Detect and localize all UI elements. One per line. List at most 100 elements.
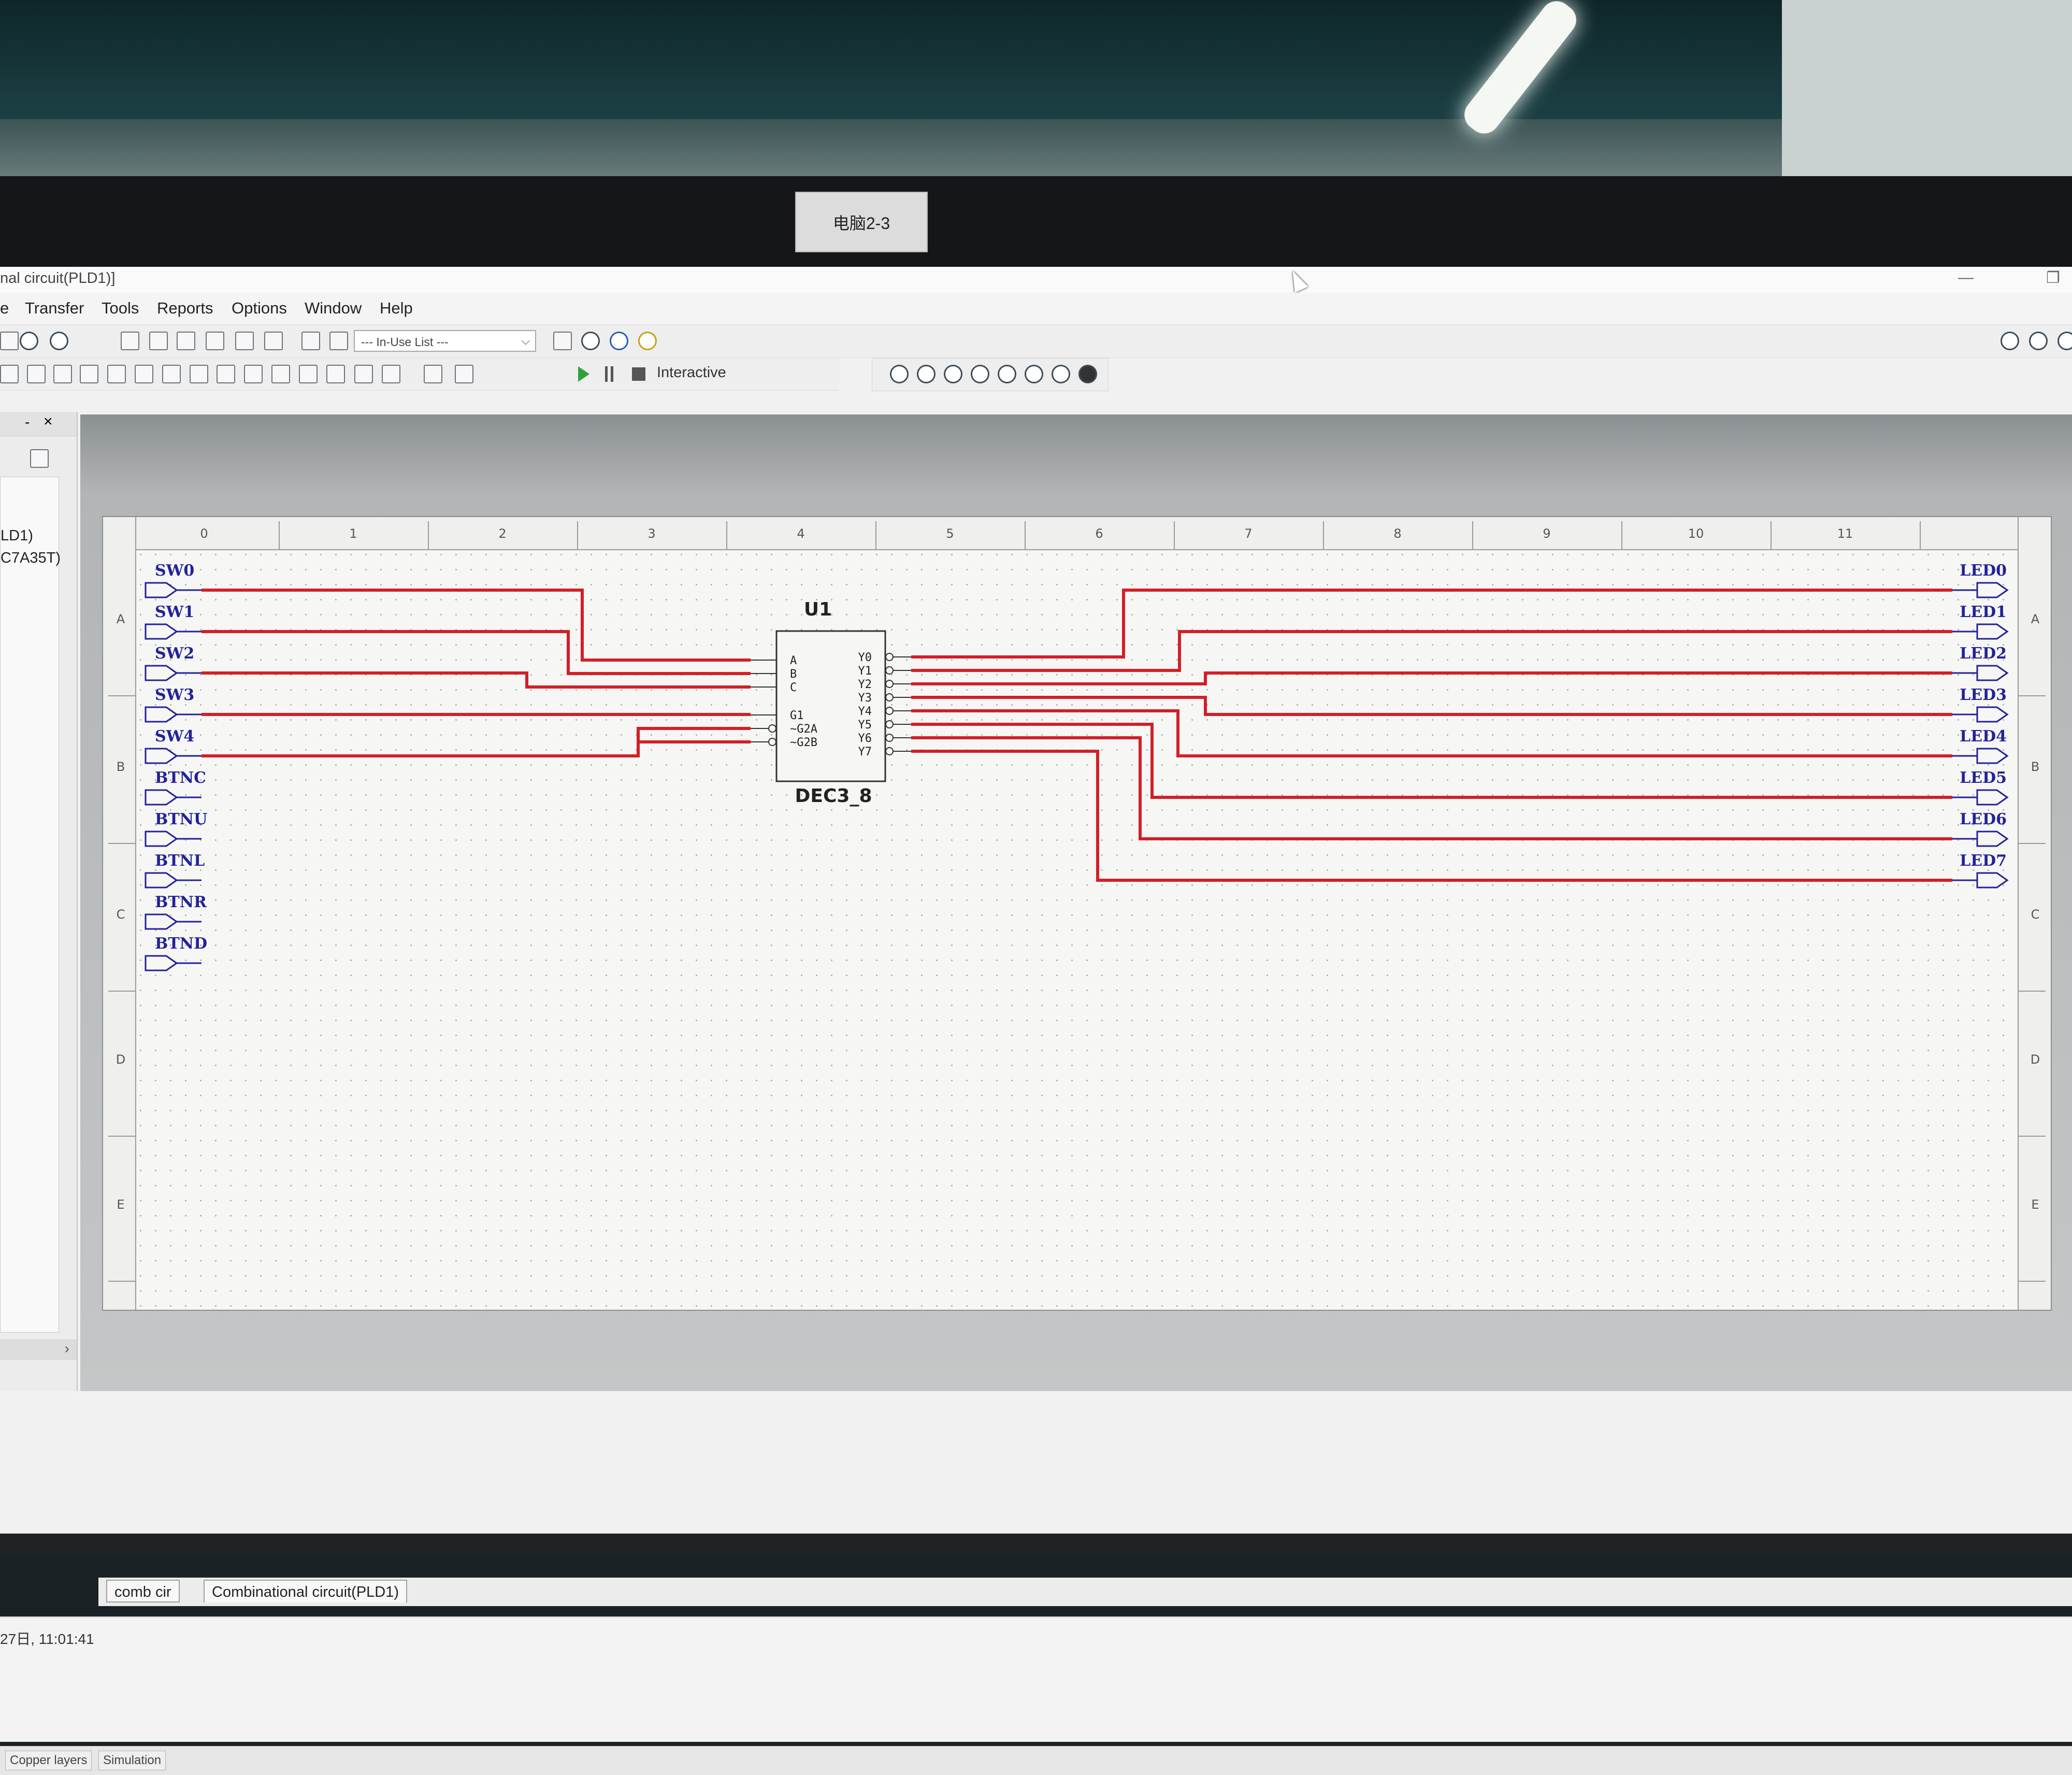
wire-sw1-b — [202, 630, 751, 675]
electrical-rules-icon[interactable] — [553, 332, 572, 350]
decoder-output-pin: Y0 — [858, 651, 872, 664]
power-probe-icon[interactable] — [1025, 365, 1043, 383]
in-use-list-value: --- In-Use List --- — [361, 335, 449, 349]
place-diode-icon[interactable] — [107, 365, 126, 383]
output-port-symbol — [1976, 582, 2009, 598]
interactive-mode-label[interactable]: Interactive — [657, 364, 726, 381]
place-cmos-icon[interactable] — [217, 365, 235, 383]
menu-options[interactable]: Options — [232, 299, 287, 318]
save-icon[interactable] — [0, 332, 19, 350]
place-transistor-icon[interactable] — [135, 365, 153, 383]
stop-simulation-icon[interactable] — [632, 367, 645, 381]
place-rf-icon[interactable] — [354, 365, 373, 383]
input-port-label: BTNL — [155, 852, 205, 870]
tab-combinational-circuit[interactable]: Combinational circuit(PLD1) — [204, 1580, 408, 1602]
output-port-label: LED0 — [1960, 562, 2007, 580]
probe-icon[interactable] — [610, 332, 628, 350]
hierarchical-block-icon[interactable] — [424, 365, 442, 383]
place-source-icon[interactable] — [53, 365, 72, 383]
place-junction-icon[interactable] — [27, 365, 46, 383]
database-icon[interactable] — [329, 332, 348, 350]
find-icon[interactable] — [581, 332, 600, 350]
menu-help[interactable]: Help — [380, 299, 413, 318]
place-electromech-icon[interactable] — [382, 365, 400, 383]
voltage-probe-icon[interactable] — [971, 365, 989, 383]
panel-scrollbar[interactable]: › — [0, 1339, 77, 1360]
place-analog-icon[interactable] — [162, 365, 181, 383]
schematic-view-icon[interactable] — [121, 332, 139, 350]
current-probe-icon[interactable] — [998, 365, 1016, 383]
tab-simulation[interactable]: Simulation — [98, 1751, 166, 1770]
inversion-bubble — [768, 738, 776, 746]
minimize-button[interactable]: — — [1958, 269, 1974, 287]
row-label-right: B — [2031, 760, 2039, 774]
panel-header: - × — [0, 412, 77, 436]
restore-button[interactable]: ❐ — [2046, 269, 2060, 287]
place-indicator-icon[interactable] — [271, 365, 290, 383]
column-label: 4 — [797, 526, 804, 541]
tree-item-pld[interactable]: LD1) — [1, 527, 33, 545]
output-port-symbol — [1976, 748, 2009, 764]
zoom-out-icon[interactable] — [2029, 332, 2048, 350]
oscilloscope-probe-icon[interactable] — [944, 365, 962, 383]
gear-icon[interactable] — [1078, 365, 1097, 383]
project-icon[interactable] — [30, 449, 49, 468]
os-taskbar — [0, 1534, 2072, 1554]
pause-simulation-icon[interactable] — [605, 366, 613, 382]
tab-comb-cir[interactable]: comb cir — [106, 1580, 180, 1602]
input-port-symbol — [145, 872, 178, 889]
mouse-cursor-icon — [1286, 267, 1308, 293]
place-connector-icon[interactable] — [0, 365, 19, 383]
place-misc-icon[interactable] — [326, 365, 345, 383]
inversion-bubble — [885, 734, 894, 742]
in-use-list-dropdown[interactable]: --- In-Use List --- ⌵ — [354, 330, 536, 352]
grid-view-icon[interactable] — [149, 332, 168, 350]
zoom-in-icon[interactable] — [2001, 332, 2019, 350]
grapher-icon[interactable] — [206, 332, 224, 350]
input-port-label: BTNU — [155, 810, 207, 828]
scroll-right-icon[interactable]: › — [65, 1340, 69, 1357]
place-ttl-icon[interactable] — [190, 365, 208, 383]
background-room — [0, 0, 2072, 187]
input-port-label: SW4 — [155, 727, 194, 746]
ammeter-icon[interactable] — [917, 365, 936, 383]
tab-label: Combinational circuit(PLD1) — [212, 1584, 399, 1600]
inversion-bubble — [885, 680, 894, 688]
run-simulation-icon[interactable] — [578, 366, 589, 382]
row-label-right: D — [2031, 1052, 2040, 1067]
undo-icon[interactable] — [20, 332, 38, 350]
tab-copper-layers[interactable]: Copper layers — [5, 1751, 92, 1770]
output-port-label: LED1 — [1960, 603, 2007, 621]
digital-probe-icon[interactable] — [1052, 365, 1070, 383]
wire-sw0-a — [202, 589, 751, 662]
decoder-output-pin: Y7 — [858, 746, 872, 758]
zoom-fit-icon[interactable] — [2057, 332, 2072, 350]
column-label: 0 — [200, 526, 208, 541]
component-view-icon[interactable] — [177, 332, 195, 350]
menu-reports[interactable]: Reports — [157, 299, 213, 318]
output-port-symbol — [1976, 665, 2009, 681]
place-mcu-icon[interactable] — [244, 365, 263, 383]
menu-file[interactable]: e — [0, 299, 9, 318]
toolbar-place: Interactive — [0, 358, 839, 391]
place-power-icon[interactable] — [299, 365, 318, 383]
inversion-bubble — [885, 747, 894, 755]
redo-icon[interactable] — [50, 332, 68, 350]
multimeter-icon[interactable] — [890, 365, 909, 383]
wire-y6-led6 — [911, 736, 1952, 840]
input-port-symbol — [145, 913, 178, 930]
panel-close-button[interactable]: × — [44, 413, 53, 431]
menu-window[interactable]: Window — [305, 299, 362, 318]
tree-item-device[interactable]: C7A35T) — [1, 550, 61, 567]
schematic-sheet[interactable]: 0 1 2 3 4 5 6 7 8 9 10 11 A A B B C C D D E E SW0 SW1 SW2 SW3 SW4 B… — [102, 516, 2052, 1311]
component-wizard-icon[interactable] — [301, 332, 320, 350]
place-basic-icon[interactable] — [80, 365, 98, 383]
menu-tools[interactable]: Tools — [102, 299, 139, 318]
hierarchy-icon[interactable] — [264, 332, 283, 350]
panel-minimize-button[interactable]: - — [25, 414, 30, 431]
help-icon[interactable] — [638, 332, 657, 350]
spreadsheet-output-area: 27日, 11:01:41 — [0, 1616, 2072, 1742]
bus-icon[interactable] — [455, 365, 473, 383]
spreadsheet-icon[interactable] — [235, 332, 254, 350]
menu-transfer[interactable]: Transfer — [25, 299, 84, 318]
